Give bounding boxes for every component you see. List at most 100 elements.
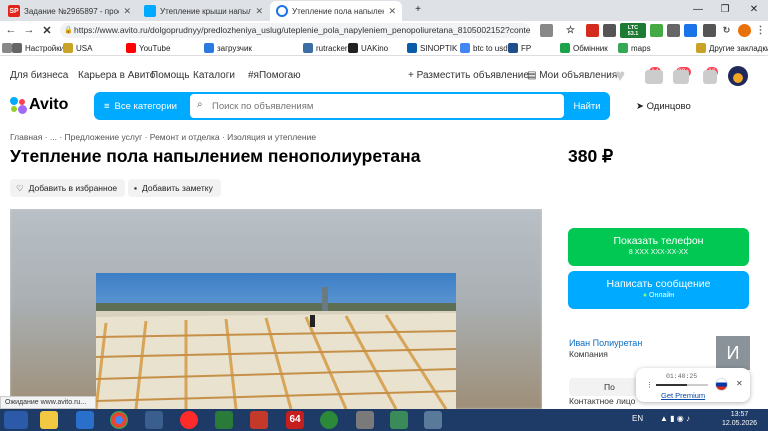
new-tab-button[interactable]: + xyxy=(404,0,432,18)
puzzle-icon[interactable] xyxy=(703,24,716,37)
bookmark-uakino[interactable]: UAKino xyxy=(348,42,388,54)
more-options-icon[interactable]: ⋮ xyxy=(646,381,653,389)
lock-icon: 🔒 xyxy=(64,27,73,34)
seller-name-link[interactable]: Иван Полиуретан xyxy=(569,338,642,348)
tab-floor-active[interactable]: Утепление пола напылением пен ✕ xyxy=(270,1,402,21)
add-to-favorites-button[interactable]: ♡ Добавить в избранное xyxy=(10,179,126,197)
all-categories-button[interactable]: ≡ Все категории xyxy=(94,92,186,120)
bookmark-downloader[interactable]: загрузчик xyxy=(204,42,252,54)
bookmark-youtube[interactable]: YouTube xyxy=(126,42,170,54)
show-phone-button[interactable]: Показать телефон 8 XXX XXX-XX-XX xyxy=(568,228,749,266)
folder-icon xyxy=(696,43,706,53)
for-business-link[interactable]: Для бизнеса xyxy=(10,70,68,81)
sync-icon[interactable]: ↻ xyxy=(720,24,733,37)
tab-task[interactable]: SP Задание №2965897 - просмотр з ✕ xyxy=(2,1,137,21)
app-w-icon[interactable] xyxy=(76,411,94,429)
app-icon[interactable] xyxy=(320,411,338,429)
bookmark-exchanger[interactable]: Обмінник xyxy=(560,42,608,54)
start-button-icon[interactable] xyxy=(4,411,28,429)
avito-logo-icon[interactable] xyxy=(10,97,28,115)
tab-title: Утепление пола напылением пен xyxy=(292,6,385,16)
stop-loading-icon[interactable]: ✕ xyxy=(40,23,54,37)
flag-extension-icon[interactable] xyxy=(586,24,599,37)
messages-icon[interactable] xyxy=(645,70,663,84)
search-button[interactable]: Найти xyxy=(566,94,608,118)
close-window-button[interactable]: ✕ xyxy=(740,0,768,18)
forward-icon[interactable]: → xyxy=(22,23,36,37)
star-icon[interactable]: ☆ xyxy=(564,24,577,37)
extension-icon[interactable] xyxy=(603,24,616,37)
bookmark-btc[interactable]: btc to usd xyxy=(460,42,508,54)
app-icon[interactable] xyxy=(424,411,442,429)
post-ad-link[interactable]: + Разместить объявление xyxy=(408,70,529,81)
clock[interactable]: 13:57 12.05.2026 xyxy=(722,410,757,428)
breadcrumb[interactable]: Главная · ... · Предложение услуг · Ремо… xyxy=(10,132,316,142)
app-icon[interactable] xyxy=(145,411,163,429)
tab-title: Утепление крыши напылением п xyxy=(160,6,252,16)
get-premium-link[interactable]: Get Premium xyxy=(661,391,705,400)
catalogs-link[interactable]: Каталоги xyxy=(193,70,235,81)
russia-flag-icon[interactable] xyxy=(715,378,728,391)
close-player-icon[interactable]: ✕ xyxy=(736,379,743,388)
file-explorer-icon[interactable] xyxy=(40,411,58,429)
back-icon[interactable]: ← xyxy=(4,23,18,37)
maximize-button[interactable]: ❐ xyxy=(711,0,739,18)
search-input[interactable] xyxy=(190,94,564,118)
film-icon xyxy=(348,43,358,53)
favorites-heart-icon[interactable]: ♥ xyxy=(615,66,625,86)
loading-spinner-icon xyxy=(276,5,288,17)
menu-icon[interactable]: ⋮ xyxy=(754,24,767,37)
terminal-icon[interactable] xyxy=(215,411,233,429)
hashtag-link[interactable]: #яПомогаю xyxy=(248,70,301,81)
seller-avatar[interactable]: И xyxy=(716,336,750,370)
subscribe-button[interactable]: По xyxy=(569,378,639,396)
volume-slider[interactable] xyxy=(656,384,708,386)
chrome-icon[interactable] xyxy=(110,411,128,429)
my-ads-link[interactable]: ▤ Мои объявления xyxy=(527,70,617,81)
extension-icon[interactable] xyxy=(650,24,663,37)
bell-icon[interactable] xyxy=(673,70,689,84)
avito-logo-text[interactable]: Avito xyxy=(29,96,68,114)
address-bar[interactable]: 🔒 https://www.avito.ru/dolgoprudnyy/pred… xyxy=(60,23,530,38)
tray-icons[interactable]: ▲ ▮ ◉ ♪ xyxy=(660,414,720,426)
tab-roof[interactable]: Утепление крыши напылением п ✕ xyxy=(138,1,269,21)
add-note-button[interactable]: ▪ Добавить заметку xyxy=(128,179,221,197)
close-tab-icon[interactable]: ✕ xyxy=(123,6,131,17)
app-icon[interactable] xyxy=(356,411,374,429)
photo-gallery[interactable] xyxy=(10,209,542,409)
help-link[interactable]: Помощь xyxy=(151,70,190,81)
career-link[interactable]: Карьера в Авито xyxy=(78,70,155,81)
aida64-icon[interactable]: 64 xyxy=(286,411,304,429)
bookmark-usa[interactable]: USA xyxy=(63,42,92,54)
roof-construction-photo xyxy=(96,273,456,409)
close-tab-icon[interactable]: ✕ xyxy=(388,6,396,17)
user-avatar[interactable] xyxy=(728,66,748,86)
close-tab-icon[interactable]: ✕ xyxy=(255,6,263,17)
plus-icon: + xyxy=(408,70,417,81)
note-icon: ▪ xyxy=(134,183,138,193)
search-icon[interactable] xyxy=(540,24,553,37)
bookmark-settings[interactable]: Настройки xyxy=(12,42,64,54)
profile-icon[interactable] xyxy=(738,24,751,37)
location-arrow-icon: ➤ xyxy=(636,101,647,112)
app-icon[interactable] xyxy=(390,411,408,429)
bookmark-rutracker[interactable]: rutracker xyxy=(303,42,348,54)
yandex-browser-icon[interactable] xyxy=(180,411,198,429)
media-player-widget[interactable]: 01:40:25 ⋮ ✕ Get Premium xyxy=(636,368,750,402)
bookmark-maps[interactable]: maps xyxy=(618,42,651,54)
ltc-price-widget[interactable]: LTC 53.1 xyxy=(620,23,646,38)
list-icon: ▤ xyxy=(527,70,540,81)
bookmark-other[interactable]: Другие закладки xyxy=(696,42,768,54)
write-message-button[interactable]: Написать сообщение ● Онлайн xyxy=(568,271,749,309)
location-selector[interactable]: ➤ Одинцово xyxy=(636,101,691,112)
bookmark-fp[interactable]: FP xyxy=(508,42,531,54)
map-pin-icon xyxy=(618,43,628,53)
youtube-icon xyxy=(126,43,136,53)
app-icon[interactable] xyxy=(250,411,268,429)
minimize-button[interactable]: — xyxy=(684,0,712,18)
bookmark-sinoptik[interactable]: SINOPTIK xyxy=(407,42,457,54)
extension-icon[interactable] xyxy=(684,24,697,37)
cart-icon[interactable] xyxy=(703,70,717,84)
language-indicator[interactable]: EN xyxy=(632,414,643,423)
extension-icon[interactable] xyxy=(667,24,680,37)
